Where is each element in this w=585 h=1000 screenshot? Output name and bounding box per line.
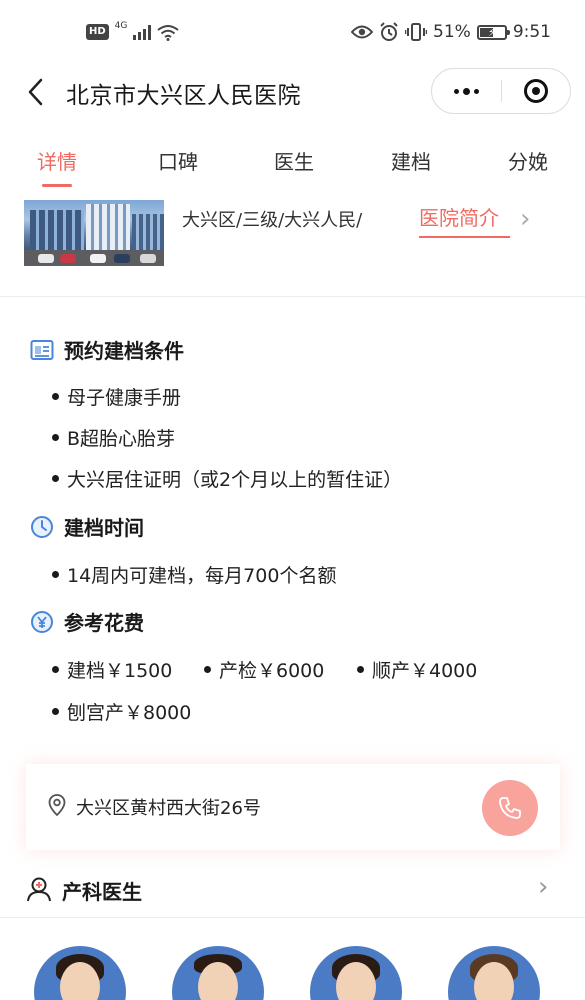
tab-details[interactable]: 详情 — [37, 146, 77, 187]
list-item-text: 建档￥1500 — [67, 660, 173, 682]
list-item: B超胎心胎芽 — [52, 424, 175, 451]
doctors-section-header[interactable]: 产科医生 › — [0, 862, 585, 918]
list-item-text: 大兴居住证明（或2个月以上的暂住证） — [67, 469, 403, 491]
address-card: 大兴区黄村西大街26号 — [26, 764, 560, 850]
status-bar: HD 4G 51% ⚡ 9:51 — [0, 0, 585, 64]
wifi-icon — [157, 24, 179, 41]
hospital-summary: 大兴区/三级/大兴人民/ 医院简介 › — [0, 198, 585, 268]
chevron-left-icon — [28, 78, 43, 106]
location-pin-icon — [48, 794, 66, 820]
doctor-icon — [26, 876, 52, 906]
hospital-intro-link[interactable]: 医院简介 — [419, 202, 499, 231]
nav-bar: 北京市大兴区人民医院 — [0, 64, 585, 120]
call-button[interactable] — [482, 780, 538, 836]
section-title: 建档时间 — [64, 516, 144, 540]
intro-underline — [419, 236, 510, 238]
divider — [0, 296, 585, 297]
section-title: 产科医生 — [62, 880, 142, 904]
network-type: 4G — [114, 21, 128, 31]
cost-header: 参考花费 — [30, 607, 144, 636]
doctor-avatar[interactable] — [34, 946, 126, 1000]
back-button[interactable] — [18, 74, 52, 110]
section-title: 参考花费 — [64, 611, 144, 635]
more-dot-icon — [473, 88, 479, 94]
tab-bar: 详情 口碑 医生 建档 分娩 — [0, 138, 585, 187]
tab-active-indicator — [42, 184, 72, 187]
tab-registration[interactable]: 建档 — [391, 146, 431, 182]
list-item: 母子健康手册 — [52, 383, 181, 410]
hospital-tags: 大兴区/三级/大兴人民/ — [182, 210, 363, 231]
list-item: 刨宫产￥8000 — [52, 698, 191, 725]
more-dot-icon — [453, 88, 459, 94]
yuan-icon — [30, 610, 54, 634]
battery-icon: ⚡ — [476, 24, 510, 40]
list-item-text: 母子健康手册 — [67, 387, 182, 409]
tab-label: 医生 — [274, 150, 314, 174]
tab-label: 分娩 — [508, 150, 548, 174]
phone-icon — [499, 797, 521, 819]
doctor-avatar[interactable] — [310, 946, 402, 1000]
signal-icon — [133, 24, 152, 40]
list-item: 14周内可建档，每月700个名额 — [52, 561, 336, 588]
hospital-photo — [24, 200, 164, 266]
list-item: 顺产￥4000 — [357, 656, 477, 683]
tab-label: 详情 — [37, 150, 77, 174]
page-title: 北京市大兴区人民医院 — [66, 83, 301, 109]
id-card-icon — [30, 338, 54, 362]
doctor-avatar[interactable] — [172, 946, 264, 1000]
target-icon — [523, 79, 548, 103]
section-title: 预约建档条件 — [64, 339, 184, 363]
tab-label: 口碑 — [158, 150, 198, 174]
miniprogram-capsule — [431, 68, 571, 114]
more-button[interactable] — [432, 69, 501, 113]
tab-delivery[interactable]: 分娩 — [508, 146, 548, 182]
conditions-header: 预约建档条件 — [30, 335, 184, 364]
more-dot-icon — [462, 87, 470, 95]
battery-percent: 51% — [433, 22, 471, 42]
address-text: 大兴区黄村西大街26号 — [76, 798, 261, 819]
alarm-icon — [380, 22, 398, 41]
chevron-right-icon[interactable]: › — [520, 204, 530, 234]
clock: 9:51 — [512, 22, 551, 42]
status-left: HD 4G — [86, 21, 179, 41]
clock-icon — [30, 515, 54, 539]
tab-reviews[interactable]: 口碑 — [158, 146, 198, 182]
eye-icon — [351, 25, 374, 39]
list-item-text: B超胎心胎芽 — [67, 428, 176, 450]
chevron-right-icon: › — [538, 872, 549, 902]
tab-label: 建档 — [391, 150, 431, 174]
list-item: 大兴居住证明（或2个月以上的暂住证） — [52, 465, 402, 492]
list-item: 建档￥1500 — [52, 656, 172, 683]
close-miniprogram-button[interactable] — [502, 69, 571, 113]
time-header: 建档时间 — [30, 512, 144, 541]
hd-badge: HD — [86, 24, 109, 40]
list-item-text: 顺产￥4000 — [372, 660, 478, 682]
status-right: 51% ⚡ 9:51 — [351, 22, 551, 42]
list-item-text: 14周内可建档，每月700个名额 — [67, 565, 337, 587]
list-item: 产检￥6000 — [204, 656, 324, 683]
list-item-text: 产检￥6000 — [219, 660, 325, 682]
tab-doctors[interactable]: 医生 — [274, 146, 314, 182]
doctor-avatar[interactable] — [448, 946, 540, 1000]
vibrate-icon — [405, 23, 428, 41]
list-item-text: 刨宫产￥8000 — [67, 702, 192, 724]
